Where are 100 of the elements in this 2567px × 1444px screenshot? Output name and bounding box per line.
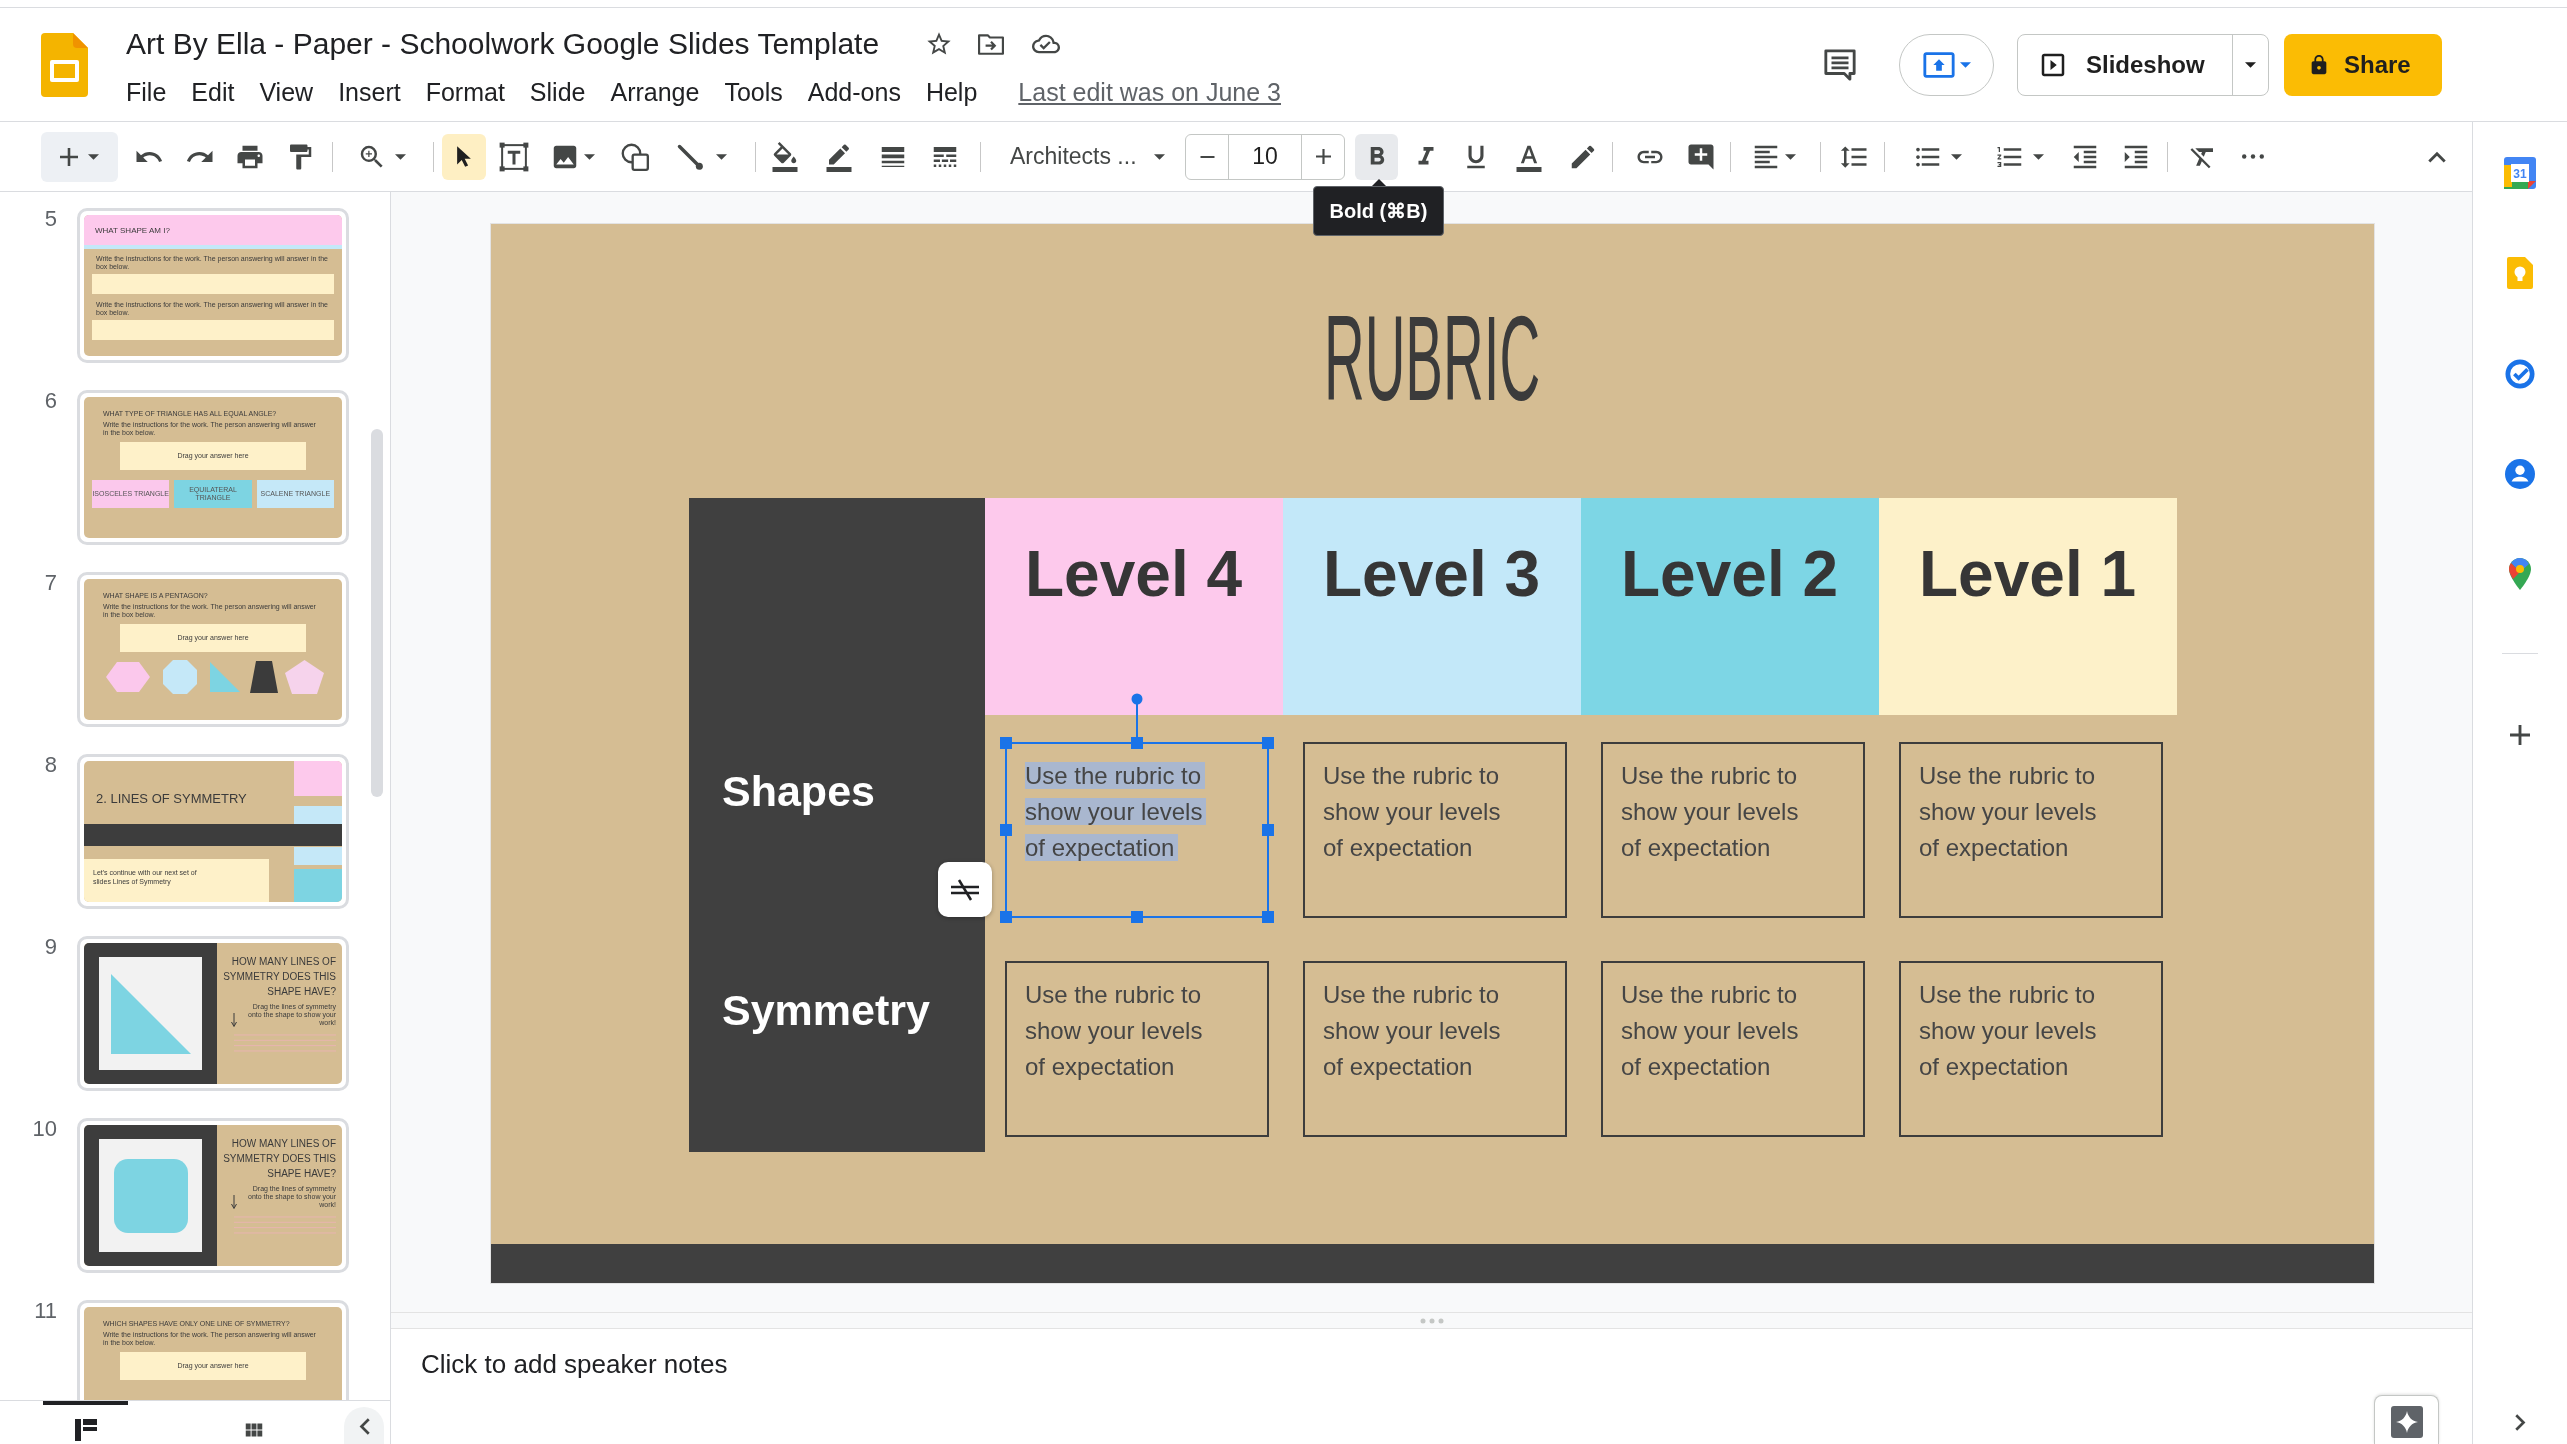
chevron-up-icon xyxy=(2428,150,2446,163)
chevron-left-icon xyxy=(358,1417,370,1435)
caret-icon xyxy=(2245,61,2256,68)
scrollbar-thumb[interactable] xyxy=(371,429,383,797)
resize-handle[interactable] xyxy=(1000,737,1012,749)
rubric-text: Use the rubric to show your levels of expectation xyxy=(1621,761,1800,863)
select-tool[interactable] xyxy=(442,133,486,180)
level-label: Level 2 xyxy=(1621,538,1839,610)
map-pin-icon[interactable] xyxy=(2509,558,2531,590)
slide-title: RUBRIC xyxy=(1324,298,1541,418)
resize-handle[interactable] xyxy=(1131,911,1143,923)
pen-underline-icon xyxy=(824,141,854,172)
new-slide-button[interactable] xyxy=(41,131,118,182)
accent-block xyxy=(294,806,342,824)
menu-item[interactable]: Arrange xyxy=(610,77,700,107)
level-label: Level 3 xyxy=(1323,538,1541,610)
plus-icon[interactable] xyxy=(2510,725,2530,745)
thumbnail-title: HOW MANY LINES OF SYMMETRY DOES THIS SHAPE HAVE? xyxy=(222,1137,336,1181)
resize-handle[interactable] xyxy=(1131,737,1143,749)
cursor-icon xyxy=(456,145,472,168)
explore-button[interactable] xyxy=(2374,1395,2439,1444)
octagon-shape xyxy=(163,660,197,694)
chevron-right-icon[interactable] xyxy=(2514,1414,2526,1431)
row-label: Shapes xyxy=(722,766,876,817)
slide-thumbnail[interactable] xyxy=(77,390,349,545)
calendar-icon[interactable]: 31 xyxy=(2504,157,2536,189)
caret-icon xyxy=(1960,61,1971,68)
menu-item[interactable]: Insert xyxy=(338,77,401,107)
pentagon-shape xyxy=(285,660,324,694)
slide-number: 5 xyxy=(43,208,57,230)
menu-item[interactable]: View xyxy=(259,77,314,107)
caret-icon xyxy=(716,153,727,160)
thumbnail-title: WHAT SHAPE AM I? xyxy=(95,225,170,235)
trapezoid-shape xyxy=(250,661,278,693)
check-circle-icon[interactable] xyxy=(2505,359,2535,389)
rubric-cell[interactable]: Use the rubric to show your levels of expectation xyxy=(1303,961,1567,1137)
comment-icon[interactable] xyxy=(1823,47,1857,82)
collapse-panel-button[interactable] xyxy=(344,1407,384,1444)
rubric-text: Use the rubric to show your levels of expectation xyxy=(1919,980,2098,1082)
rotate-handle[interactable] xyxy=(1131,693,1143,737)
menu-item[interactable]: Add-ons xyxy=(807,77,901,107)
hexagon-shape xyxy=(106,662,150,692)
share-button[interactable]: Share xyxy=(2284,33,2442,96)
slide-number: 8 xyxy=(43,754,57,776)
rubric-text: Use the rubric to show your levels of expectation xyxy=(1323,761,1502,863)
caret-icon xyxy=(1950,153,1962,160)
caret-icon xyxy=(1154,153,1165,160)
slide-number: 7 xyxy=(43,572,57,594)
rubric-cell[interactable]: Use the rubric to show your levels of expectation xyxy=(1899,961,2163,1137)
resize-handle[interactable] xyxy=(1000,911,1012,923)
person-circle-icon[interactable] xyxy=(2505,459,2535,489)
line-icon xyxy=(676,142,704,171)
minus-icon xyxy=(1199,155,1215,158)
rubric-cell[interactable]: Use the rubric to show your levels of expectation xyxy=(1899,742,2163,918)
triangle-shape xyxy=(210,662,240,692)
plus-icon xyxy=(1315,149,1331,164)
resize-handle[interactable] xyxy=(1262,824,1274,836)
text-box-icon xyxy=(499,141,529,172)
resize-handle[interactable] xyxy=(1262,911,1274,923)
filmstrip-icon xyxy=(74,1419,97,1441)
rubric-cell[interactable]: Use the rubric to show your levels of expectation xyxy=(1005,742,1269,918)
accent-block xyxy=(294,847,342,865)
rubric-cell[interactable]: Use the rubric to show your levels of expectation xyxy=(1303,742,1567,918)
rubric-cell[interactable]: Use the rubric to show your levels of expectation xyxy=(1601,742,1865,918)
rubric-cell[interactable]: Use the rubric to show your levels of expectation xyxy=(1005,961,1269,1137)
menu-item[interactable]: Help xyxy=(925,77,978,107)
last-edit-link[interactable]: Last edit was on June 3 xyxy=(1018,77,1281,107)
bold-button[interactable] xyxy=(1355,133,1398,180)
bold-tooltip: Bold (⌘B) xyxy=(1313,179,1444,236)
down-arrow-icon xyxy=(231,1195,237,1209)
resize-handle[interactable] xyxy=(1000,824,1012,836)
rubric-text: Use the rubric to show your levels of expectation xyxy=(1025,980,1204,1082)
font-dropdown[interactable]: Architects ... xyxy=(993,133,1173,180)
menu-item[interactable]: File xyxy=(126,77,167,107)
resize-grip-icon[interactable] xyxy=(1419,1317,1444,1324)
document-title[interactable]: Art By Ella - Paper - Schoolwork Google Slides Template xyxy=(126,26,880,62)
caret-icon xyxy=(1784,153,1796,160)
thumbnail-title: 2. LINES OF SYMMETRY xyxy=(95,790,248,808)
slide-number: 6 xyxy=(43,390,57,412)
menu-item[interactable]: Format xyxy=(425,77,505,107)
level-label: Level 1 xyxy=(1919,538,2137,610)
caret-icon xyxy=(394,153,406,160)
resize-handle[interactable] xyxy=(1262,737,1274,749)
filmstrip-view-tab[interactable] xyxy=(43,1401,128,1444)
slide-number: 10 xyxy=(31,1118,57,1140)
caret-icon xyxy=(2032,153,2044,160)
folder-arrow-icon[interactable] xyxy=(978,33,1005,55)
menu-item[interactable]: Edit xyxy=(191,77,235,107)
thumbnail-title: HOW MANY LINES OF SYMMETRY DOES THIS SHAPE HAVE? xyxy=(222,955,336,999)
shapes-icon xyxy=(621,142,649,171)
slide-number: 9 xyxy=(43,936,57,958)
menu-item[interactable]: Slide xyxy=(529,77,586,107)
speaker-notes-field[interactable]: Click to add speaker notes xyxy=(391,1329,2374,1444)
floating-action-button[interactable] xyxy=(938,862,992,917)
caret-icon xyxy=(88,153,99,160)
rubric-cell[interactable]: Use the rubric to show your levels of expectation xyxy=(1601,961,1865,1137)
plus-icon xyxy=(60,147,78,166)
slide-number: 11 xyxy=(33,1300,57,1322)
menu-item[interactable]: Tools xyxy=(724,77,783,107)
slashed-lines-icon xyxy=(950,877,980,902)
